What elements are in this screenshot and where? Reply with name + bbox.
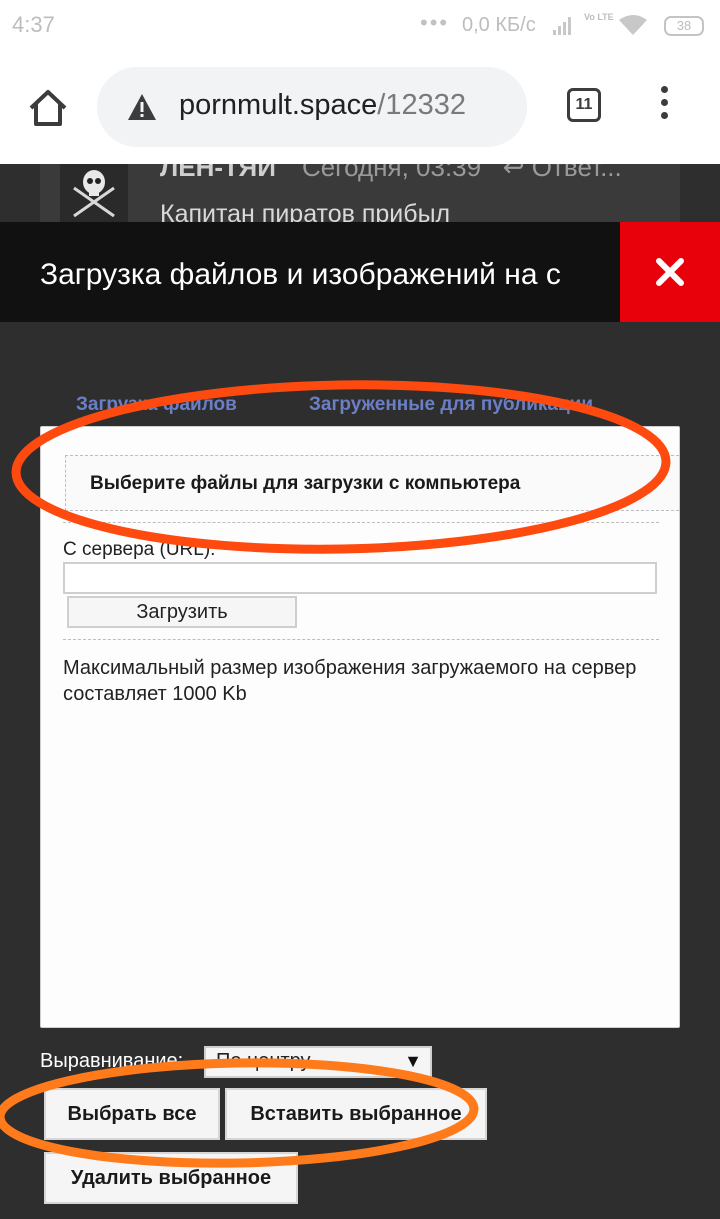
pirate-skull-avatar: [60, 164, 128, 222]
signal-icon: [553, 17, 571, 35]
url-path: /12332: [377, 89, 466, 121]
modal-header: Загрузка файлов и изображений на с: [0, 222, 720, 322]
modal-body: Загрузка файлов Загруженные для публикац…: [0, 322, 720, 1219]
status-time: 4:37: [12, 12, 55, 37]
status-bar: 4:37 ••• 0,0 КБ/с Vo LTE 38: [0, 0, 720, 52]
max-size-info: Максимальный размер изображения загружае…: [63, 657, 637, 705]
alignment-value: По центру: [216, 1050, 311, 1072]
tab-uploaded-for-publication[interactable]: Загруженные для публикации: [309, 394, 593, 416]
divider: [63, 639, 659, 640]
divider: [63, 522, 659, 523]
post-date: Сегодня, 03:39: [301, 164, 482, 182]
browser-toolbar: pornmult.space/12332 11: [0, 52, 720, 164]
notification-dots-icon: •••: [420, 10, 450, 35]
volte-icon: Vo LTE: [584, 12, 614, 22]
home-icon[interactable]: [26, 86, 70, 130]
url-fade: [487, 67, 527, 147]
wifi-icon: [619, 15, 647, 35]
close-icon[interactable]: [656, 258, 684, 286]
server-url-input[interactable]: [63, 562, 657, 594]
alignment-select[interactable]: По центру ▼: [204, 1046, 432, 1078]
modal-title: Загрузка файлов и изображений на с: [40, 258, 561, 291]
alignment-label: Выравнивание:: [40, 1050, 184, 1072]
file-select-dropzone[interactable]: Выберите файлы для загрузки с компьютера: [65, 455, 679, 511]
battery-icon: 38: [664, 16, 704, 36]
warning-icon[interactable]: [127, 93, 157, 121]
post-meta: ЛЕН-ТЯИ Сегодня, 03:39 ↩ Ответ...: [160, 164, 622, 183]
reply-icon: ↩: [502, 164, 525, 182]
more-menu-icon[interactable]: [656, 86, 672, 128]
post-author: ЛЕН-ТЯИ: [160, 164, 276, 182]
upload-panel: Выберите файлы для загрузки с компьютера…: [40, 426, 680, 1028]
background-post: ЛЕН-ТЯИ Сегодня, 03:39 ↩ Ответ... Капитан…: [40, 164, 680, 222]
post-reply: Ответ...: [531, 164, 622, 182]
url-domain: pornmult.space: [179, 89, 378, 121]
select-all-button[interactable]: Выбрать все: [44, 1088, 220, 1140]
server-url-label: С сервера (URL):: [63, 539, 216, 560]
url-text[interactable]: pornmult.space/12332: [179, 89, 466, 122]
address-bar[interactable]: pornmult.space/12332: [97, 67, 527, 147]
tab-switcher-button[interactable]: 11: [567, 88, 601, 122]
upload-button[interactable]: Загрузить: [67, 596, 297, 628]
post-text: Капитан пиратов прибыл: [160, 200, 451, 222]
page: 4:37 ••• 0,0 КБ/с Vo LTE 38 pornmult.spa…: [0, 0, 720, 1219]
insert-selected-button[interactable]: Вставить выбранное: [225, 1088, 487, 1140]
delete-selected-button[interactable]: Удалить выбранное: [44, 1152, 298, 1204]
file-select-label[interactable]: Выберите файлы для загрузки с компьютера: [90, 473, 520, 495]
close-button[interactable]: [620, 222, 720, 322]
dropdown-arrow-icon: ▼: [404, 1051, 422, 1071]
tab-upload-files[interactable]: Загрузка файлов: [76, 394, 237, 416]
network-speed: 0,0 КБ/с: [462, 14, 536, 36]
